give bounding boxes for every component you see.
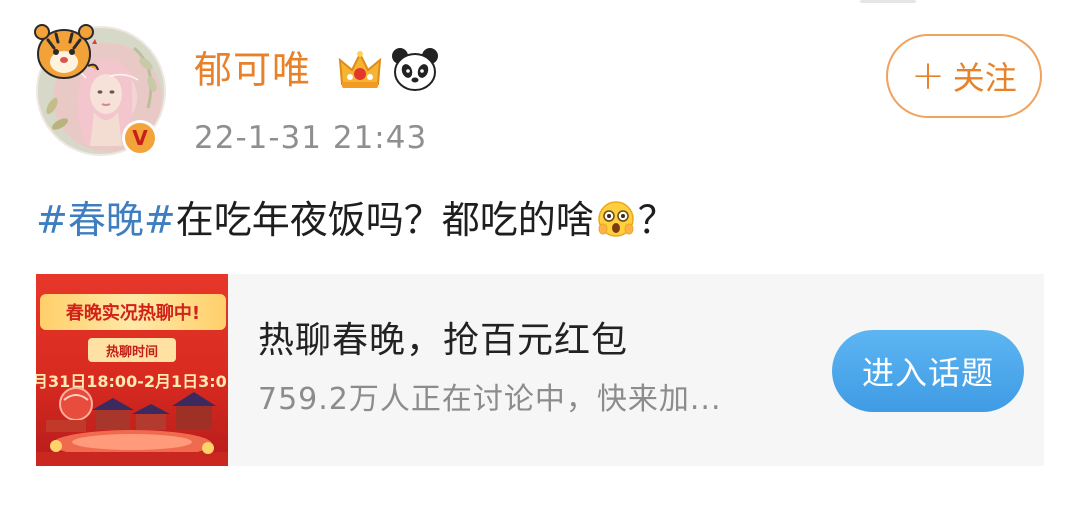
- avatar[interactable]: V: [34, 24, 166, 156]
- banner-subtitle: 热聊时间: [88, 338, 176, 362]
- post-timestamp: 22-1-31 21:43: [194, 120, 428, 156]
- post-body-punctuation: ？: [637, 198, 676, 242]
- topic-hashtag-link[interactable]: #春晚#: [36, 198, 176, 242]
- enter-topic-button[interactable]: 进入话题: [832, 330, 1024, 412]
- shocked-face-emoji-icon: [597, 201, 634, 237]
- topic-card-image: 春晚实况热聊中! 热聊时间 月31日18:00-2月1日3:0: [36, 274, 228, 466]
- banner-title: 春晚实况热聊中!: [40, 294, 226, 330]
- panda-icon: [392, 48, 438, 91]
- tiger-sticker-icon: [34, 24, 99, 79]
- crown-icon: [338, 51, 382, 88]
- username[interactable]: 郁可唯: [194, 44, 311, 96]
- top-divider: [860, 0, 916, 3]
- festival-scene-illustration: [36, 387, 228, 466]
- follow-button[interactable]: + 关注: [886, 34, 1042, 118]
- topic-card[interactable]: 春晚实况热聊中! 热聊时间 月31日18:00-2月1日3:0 热聊春晚，抢百元…: [36, 274, 1044, 466]
- plus-icon: +: [911, 53, 945, 99]
- topic-card-title: 热聊春晚，抢百元红包: [258, 320, 629, 361]
- post-body-text: 在吃年夜饭吗？都吃的啥: [175, 198, 594, 242]
- verified-badge-icon: V: [122, 120, 158, 156]
- post-text: #春晚#在吃年夜饭吗？都吃的啥 ？: [36, 192, 676, 248]
- topic-card-description: 759.2万人正在讨论中，快来加...: [258, 382, 722, 417]
- follow-label: 关注: [952, 59, 1017, 97]
